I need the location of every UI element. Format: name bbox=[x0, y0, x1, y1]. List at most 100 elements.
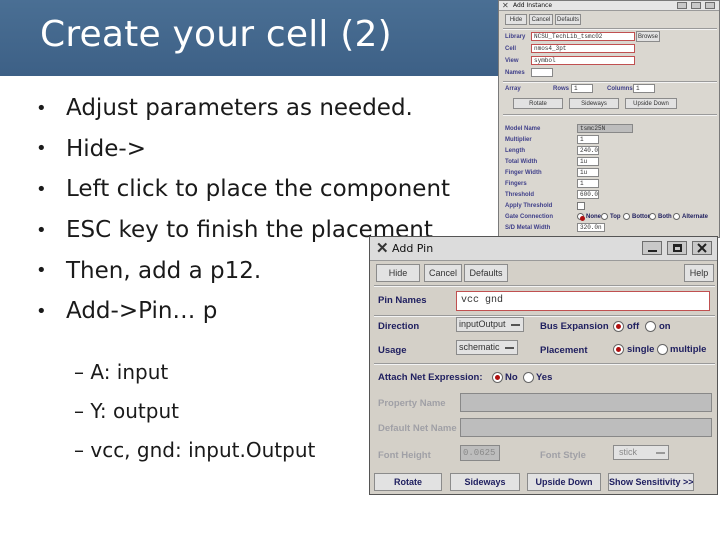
param-field[interactable]: 240.0n bbox=[577, 146, 599, 155]
hide-button[interactable]: Hide bbox=[376, 264, 420, 282]
browse-button[interactable]: Browse bbox=[636, 31, 660, 42]
attach-no-label: No bbox=[505, 372, 518, 383]
font-height-label: Font Height bbox=[378, 450, 431, 461]
app-icon: ✕ bbox=[502, 1, 509, 10]
names-label: Names bbox=[505, 70, 525, 76]
dropdown-icon bbox=[511, 324, 520, 326]
cancel-button[interactable]: Cancel bbox=[424, 264, 462, 282]
close-button[interactable] bbox=[692, 241, 712, 255]
close-icon bbox=[697, 243, 707, 253]
gate-radio-top[interactable] bbox=[601, 213, 608, 220]
param-field[interactable]: 1u bbox=[577, 168, 599, 177]
param-label: Multiplier bbox=[505, 137, 532, 143]
param-label: S/D Metal Width bbox=[505, 225, 551, 231]
sideways-button[interactable]: Sideways bbox=[450, 473, 520, 491]
add-instance-titlebar: ✕ Add Instance bbox=[499, 1, 719, 11]
param-field[interactable]: tsmc25N bbox=[577, 124, 633, 133]
bullet-dot: • bbox=[36, 97, 47, 119]
placement-single-radio[interactable] bbox=[613, 344, 624, 355]
font-style-value: stick bbox=[619, 447, 637, 457]
sub-bullet-list: – A: input – Y: output – vcc, gnd: input… bbox=[74, 352, 315, 469]
divider bbox=[374, 363, 715, 365]
direction-label: Direction bbox=[378, 321, 420, 332]
apply-threshold-checkbox[interactable] bbox=[577, 202, 585, 210]
maximize-icon bbox=[673, 244, 682, 252]
param-field[interactable]: 1 bbox=[577, 135, 599, 144]
bullet-dot: • bbox=[36, 138, 47, 160]
gate-radio-none[interactable] bbox=[577, 213, 585, 221]
maximize-button[interactable] bbox=[691, 2, 701, 9]
defaults-button[interactable]: Defaults bbox=[464, 264, 508, 282]
gate-radio-both[interactable] bbox=[649, 213, 656, 220]
add-instance-dialog: ✕ Add Instance Hide Cancel Defaults Libr… bbox=[498, 0, 720, 238]
direction-value: inputOutput bbox=[459, 319, 506, 329]
pin-names-label: Pin Names bbox=[378, 295, 427, 306]
cancel-button[interactable]: Cancel bbox=[529, 14, 553, 25]
defaults-button[interactable]: Defaults bbox=[555, 14, 581, 25]
library-label: Library bbox=[505, 34, 526, 40]
param-label: Apply Threshold bbox=[505, 203, 553, 209]
param-label: Gate Connection bbox=[505, 214, 554, 220]
rows-label: Rows bbox=[553, 86, 570, 92]
bus-off-label: off bbox=[627, 321, 640, 332]
upside-down-button[interactable]: Upside Down bbox=[625, 98, 677, 109]
default-net-label: Default Net Name bbox=[378, 423, 457, 434]
minimize-button[interactable] bbox=[677, 2, 687, 9]
param-label: Finger Width bbox=[505, 170, 542, 176]
param-field[interactable]: 600.0m bbox=[577, 190, 599, 199]
maximize-button[interactable] bbox=[667, 241, 687, 255]
dropdown-icon bbox=[656, 452, 665, 454]
sub-bullet-item: – vcc, gnd: input.Output bbox=[74, 437, 316, 462]
font-height-field: 0.0625 bbox=[460, 445, 500, 461]
gate-radio-alternate[interactable] bbox=[673, 213, 680, 220]
pin-names-field[interactable]: vcc gnd bbox=[456, 291, 710, 311]
slide-title: Create your cell (2) bbox=[40, 14, 392, 55]
gate-option-label: Alternate bbox=[682, 214, 709, 220]
columns-field[interactable]: 1 bbox=[633, 84, 655, 93]
hide-button[interactable]: Hide bbox=[505, 14, 527, 25]
rotate-button[interactable]: Rotate bbox=[513, 98, 563, 109]
cell-field[interactable]: nmos4_3pt bbox=[531, 44, 635, 53]
library-field[interactable]: NCSU_TechLib_tsmc02 bbox=[531, 32, 635, 41]
param-label: Fingers bbox=[505, 181, 527, 187]
divider bbox=[503, 114, 717, 116]
placement-multiple-label: multiple bbox=[670, 344, 707, 355]
bullet-dot: • bbox=[36, 300, 47, 322]
bus-on-radio[interactable] bbox=[645, 321, 656, 332]
cell-label: Cell bbox=[505, 46, 517, 52]
gate-option-label: None bbox=[586, 214, 601, 220]
add-pin-dialog: ✕ Add Pin Hide Cancel Defaults Help Pin … bbox=[369, 236, 718, 495]
view-field[interactable]: symbol bbox=[531, 56, 635, 65]
rotate-button[interactable]: Rotate bbox=[374, 473, 442, 491]
param-field[interactable]: 1 bbox=[577, 179, 599, 188]
dropdown-icon bbox=[505, 347, 514, 349]
divider bbox=[374, 315, 715, 317]
gate-option-label: Top bbox=[610, 214, 621, 220]
attach-net-label: Attach Net Expression: bbox=[378, 372, 483, 383]
param-field[interactable]: 1u bbox=[577, 157, 599, 166]
bullet-dot: • bbox=[36, 178, 47, 200]
add-pin-titlebar: ✕ Add Pin bbox=[370, 237, 717, 261]
close-button[interactable] bbox=[705, 2, 715, 9]
property-name-label: Property Name bbox=[378, 398, 446, 409]
direction-select[interactable]: inputOutput bbox=[456, 317, 524, 332]
divider bbox=[374, 285, 715, 287]
bus-off-radio[interactable] bbox=[613, 321, 624, 332]
help-button[interactable]: Help bbox=[684, 264, 714, 282]
param-label: Length bbox=[505, 148, 525, 154]
sideways-button[interactable]: Sideways bbox=[569, 98, 619, 109]
font-style-label: Font Style bbox=[540, 450, 586, 461]
param-field[interactable]: 320.0n bbox=[577, 223, 605, 232]
attach-no-radio[interactable] bbox=[492, 372, 503, 383]
param-label: Threshold bbox=[505, 192, 535, 198]
show-sensitivity-button[interactable]: Show Sensitivity >> bbox=[608, 473, 694, 491]
placement-multiple-radio[interactable] bbox=[657, 344, 668, 355]
minimize-button[interactable] bbox=[642, 241, 662, 255]
names-field[interactable] bbox=[531, 68, 553, 77]
upside-down-button[interactable]: Upside Down bbox=[527, 473, 601, 491]
gate-radio-bottom[interactable] bbox=[623, 213, 630, 220]
attach-yes-radio[interactable] bbox=[523, 372, 534, 383]
usage-select[interactable]: schematic bbox=[456, 340, 518, 355]
rows-field[interactable]: 1 bbox=[571, 84, 593, 93]
param-label: Model Name bbox=[505, 126, 541, 132]
